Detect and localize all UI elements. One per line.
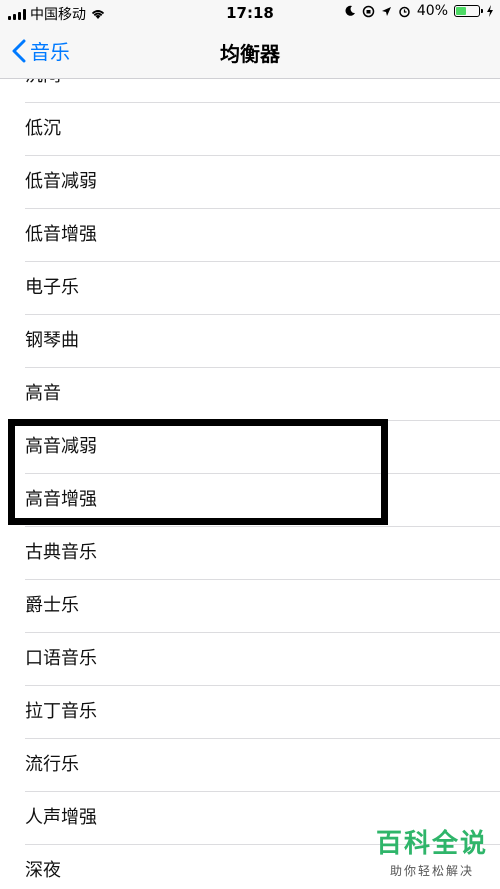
equalizer-option[interactable]: 电子乐 — [25, 262, 500, 315]
equalizer-option[interactable]: 钢琴曲 — [25, 315, 500, 368]
alarm-icon — [399, 6, 410, 17]
nav-bar: 音乐 均衡器 — [0, 26, 500, 79]
watermark-title: 百科全说 — [375, 829, 488, 859]
charging-icon — [487, 5, 493, 17]
equalizer-option[interactable]: 爵士乐 — [25, 580, 500, 633]
equalizer-option[interactable]: 低沉 — [25, 103, 500, 156]
status-bar: 中国移动 17:18 40% — [0, 0, 500, 26]
location-icon — [381, 6, 391, 16]
watermark-subtitle: 助你轻松解决 — [389, 864, 474, 878]
watermark-logo: 百科全说 助你轻松解决 — [376, 823, 488, 879]
page-title: 均衡器 — [220, 42, 280, 66]
battery-percent: 40% — [416, 3, 448, 19]
equalizer-option[interactable]: 高音 — [25, 368, 500, 421]
equalizer-option[interactable]: 流行乐 — [25, 739, 500, 792]
status-right: 40% — [344, 3, 494, 19]
equalizer-option[interactable]: 沉闷 — [25, 79, 500, 103]
highlight-annotation-box — [8, 419, 388, 525]
orientation-lock-icon — [362, 5, 375, 17]
equalizer-option[interactable]: 低音减弱 — [25, 156, 500, 209]
equalizer-option[interactable]: 古典音乐 — [25, 527, 500, 580]
equalizer-option[interactable]: 低音增强 — [25, 209, 500, 262]
equalizer-option[interactable]: 拉丁音乐 — [25, 686, 500, 739]
moon-icon — [345, 5, 355, 16]
battery-icon — [454, 5, 483, 17]
equalizer-option[interactable]: 口语音乐 — [25, 633, 500, 686]
